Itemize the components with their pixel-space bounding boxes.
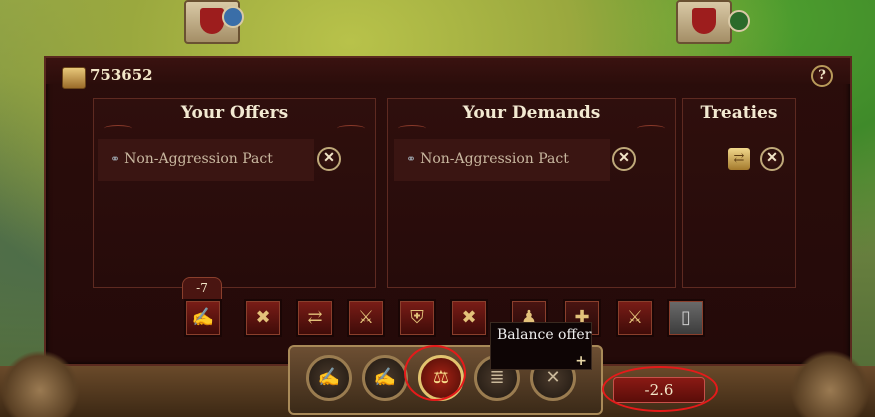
offer-item-text: Non-Aggression Pact [124,151,273,167]
faction-rank-icon [222,6,244,28]
trade-cancel-icon[interactable]: ⇄ [296,299,334,337]
tooltip-label: Balance offer [497,327,592,343]
treaty-scroll-icon[interactable]: ⇄ [728,148,750,170]
pact-scroll-icon[interactable]: ✍ [184,299,222,337]
left-dragon-ornament [0,350,80,417]
offer-item[interactable]: ⚭ Non-Aggression Pact [98,139,314,181]
tooltip-plus-icon: + [575,353,587,369]
enemy-faction-rank-icon [728,10,750,32]
locked-treaty-icon[interactable]: ▯ [667,299,705,337]
offer-item-label: ⚭ Non-Aggression Pact [110,151,273,167]
treasury-chest-icon [62,67,86,89]
remove-offer-button[interactable]: ✕ [317,147,341,171]
help-button[interactable]: ? [811,65,833,87]
offers-box: Your Offers ⚭ Non-Aggression Pact [93,98,376,288]
handshake-icon: ⚭ [110,152,121,166]
balance-offer-tooltip: Balance offer + [490,322,592,370]
treaties-box: Treaties [682,98,796,288]
handshake-icon: ⚭ [406,152,417,166]
flourish-right [337,125,365,132]
counter-offer-icon[interactable]: ✍ [362,355,408,401]
propose-icon[interactable]: ✍ [306,355,352,401]
gold-amount: 753652 [90,66,153,84]
remove-demand-button[interactable]: ✕ [612,147,636,171]
right-dragon-ornament [790,350,870,417]
flourish-left [398,125,426,132]
enemy-faction-banner[interactable] [676,0,732,44]
treaty-cost-tab: -7 [182,277,222,299]
alliance-cancel-icon[interactable]: ✖ [450,299,488,337]
demands-title: Your Demands [462,103,601,123]
shield-cancel-icon[interactable]: ⛨ [398,299,436,337]
war-cancel-icon[interactable]: ⚔ [347,299,385,337]
remove-treaty-button[interactable]: ✕ [760,147,784,171]
demands-box: Your Demands ⚭ Non-Aggression Pact [387,98,676,288]
demand-item-text: Non-Aggression Pact [420,151,569,167]
offers-title: Your Offers [180,103,289,123]
annotation-circle-balance-value [602,366,718,412]
crossed-swords-icon[interactable]: ⚔ [616,299,654,337]
broken-handshake-icon[interactable]: ✖ [244,299,282,337]
flourish-left [104,125,132,132]
demand-item[interactable]: ⚭ Non-Aggression Pact [394,139,610,181]
treaties-title: Treaties [700,103,778,123]
demand-item-label: ⚭ Non-Aggression Pact [406,151,569,167]
panel-header [46,58,850,84]
annotation-circle-balance-button [404,345,466,401]
flourish-right [637,125,665,132]
